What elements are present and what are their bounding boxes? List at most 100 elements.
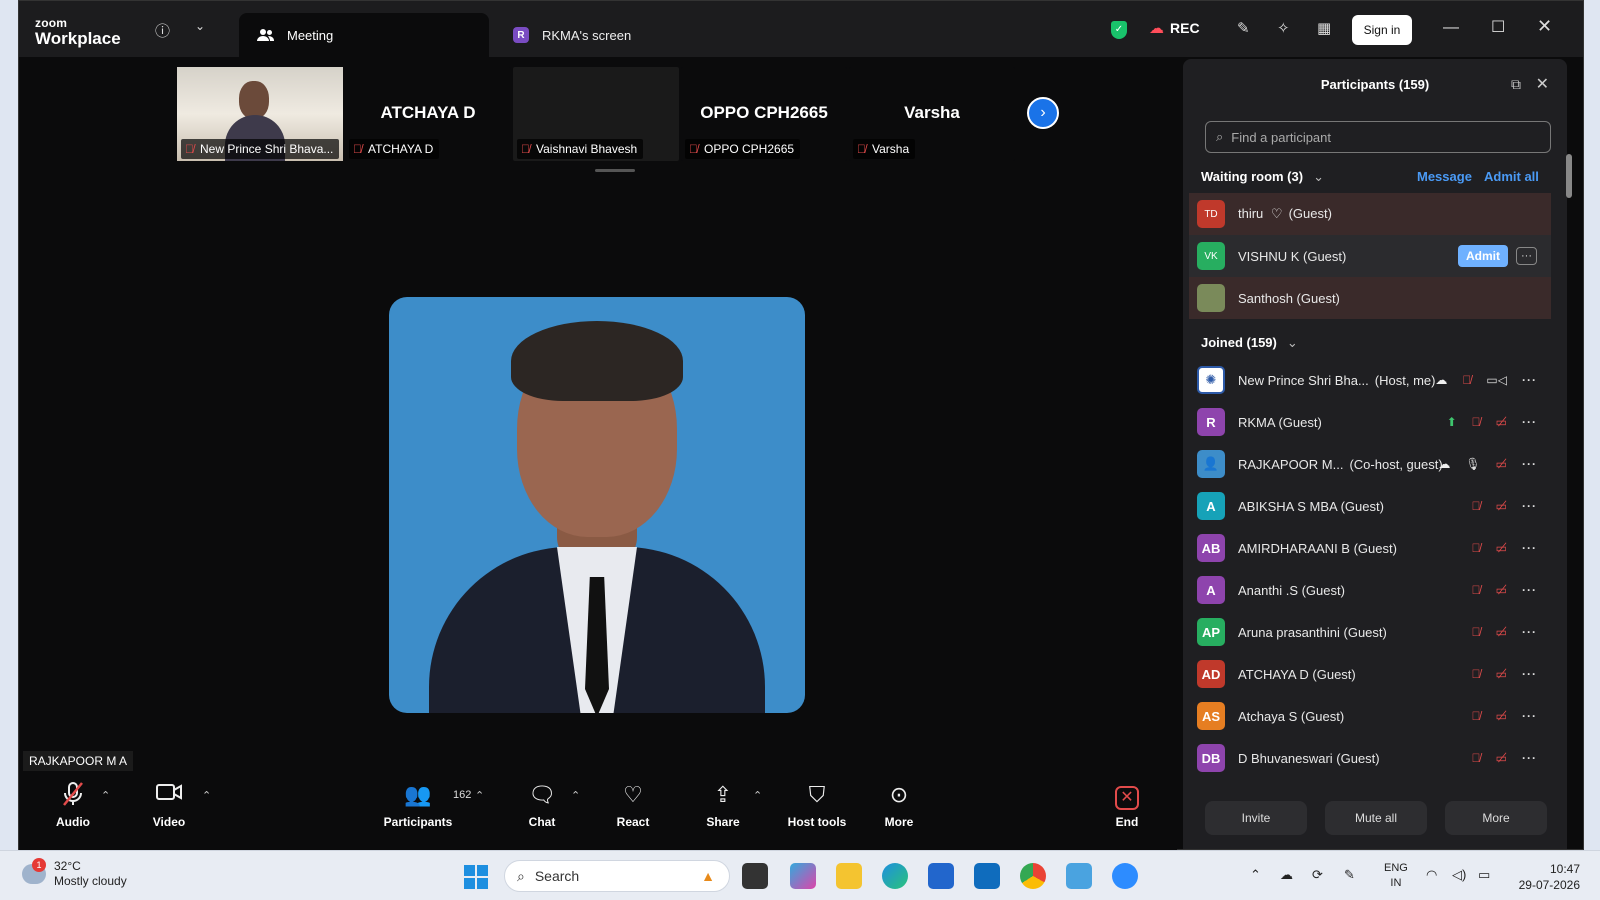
message-waiting-link[interactable]: Message: [1417, 169, 1472, 184]
react-button[interactable]: ♡ React: [613, 781, 653, 829]
participant-row[interactable]: A Ananthi .S (Guest) 🎙̸ ▭̸ ···: [1189, 569, 1551, 611]
sign-in-button[interactable]: Sign in: [1352, 15, 1412, 45]
file-explorer-icon[interactable]: [836, 863, 862, 889]
participants-button[interactable]: 👥 Participants: [383, 781, 453, 829]
waiting-row[interactable]: TD thiru ♡ (Guest): [1189, 193, 1551, 235]
tab-meeting[interactable]: Meeting: [239, 13, 489, 57]
maximize-icon[interactable]: ☐: [1491, 17, 1505, 37]
video-options-caret-icon[interactable]: ⌃: [202, 789, 211, 802]
more-options-icon[interactable]: ···: [1522, 667, 1537, 681]
share-caret-icon[interactable]: ⌃: [753, 789, 762, 802]
video-off-icon[interactable]: ▭̸: [1496, 541, 1507, 555]
windows-start-icon[interactable]: [464, 865, 488, 889]
video-off-icon[interactable]: ▭̸: [1496, 667, 1507, 681]
admit-all-link[interactable]: Admit all: [1484, 169, 1539, 184]
participants-caret-icon[interactable]: ⌃: [475, 789, 484, 802]
pen-tray-icon[interactable]: ✎: [1344, 867, 1355, 883]
participant-row[interactable]: 👤 RAJKAPOOR M... (Co-host, guest) ☁ 🎙 ▭̸ ···: [1189, 443, 1551, 485]
strip-resize-handle[interactable]: [595, 169, 635, 172]
close-window-icon[interactable]: ✕: [1537, 16, 1552, 37]
waiting-row[interactable]: VK VISHNU K (Guest) Admit ···: [1189, 235, 1551, 277]
mic-muted-icon[interactable]: 🎙̸: [1472, 541, 1481, 555]
mic-muted-icon[interactable]: 🎙̸: [1472, 499, 1481, 513]
battery-icon[interactable]: ▭: [1478, 867, 1490, 883]
apps-grid-icon[interactable]: ▦: [1317, 19, 1331, 37]
participant-row[interactable]: DB D Bhuvaneswari (Guest) 🎙̸ ▭̸ ···: [1189, 737, 1551, 779]
share-button[interactable]: ⇪ Share: [703, 781, 743, 829]
next-page-chevron-icon[interactable]: ›: [1027, 97, 1059, 129]
annotate-pen-icon[interactable]: ✎: [1237, 19, 1250, 37]
video-tile[interactable]: 🎙̸ Vaishnavi Bhavesh: [513, 67, 679, 161]
info-icon[interactable]: ⓘ: [155, 20, 170, 41]
record-button[interactable]: ☁ REC: [1149, 19, 1200, 37]
weather-widget[interactable]: 1 32°C Mostly cloudy: [22, 858, 127, 889]
security-shield-icon[interactable]: ✓: [1111, 21, 1127, 39]
mic-muted-icon[interactable]: 🎙̸: [1472, 583, 1481, 597]
sync-icon[interactable]: ⟳: [1312, 867, 1323, 883]
more-options-icon[interactable]: ···: [1522, 625, 1537, 639]
participant-row[interactable]: A ABIKSHA S MBA (Guest) 🎙̸ ▭̸ ···: [1189, 485, 1551, 527]
panel-scrollbar[interactable]: [1566, 154, 1572, 198]
joined-header[interactable]: Joined (159) ⌄: [1201, 335, 1298, 351]
more-options-icon[interactable]: ···: [1522, 751, 1537, 765]
video-off-icon[interactable]: ▭̸: [1496, 457, 1507, 471]
video-off-icon[interactable]: ▭̸: [1496, 709, 1507, 723]
camera-icon[interactable]: ▭◁: [1486, 373, 1507, 387]
video-off-icon[interactable]: ▭̸: [1496, 583, 1507, 597]
store-icon[interactable]: [928, 863, 954, 889]
ai-sparkle-icon[interactable]: ✧: [1277, 19, 1290, 37]
waiting-room-header[interactable]: Waiting room (3) ⌄: [1201, 169, 1324, 185]
more-options-icon[interactable]: ···: [1522, 541, 1537, 555]
end-button[interactable]: ✕ End: [1111, 781, 1143, 829]
tab-shared-screen[interactable]: R RKMA's screen: [494, 13, 714, 57]
invite-button[interactable]: Invite: [1205, 801, 1307, 835]
outlook-icon[interactable]: [974, 863, 1000, 889]
chat-caret-icon[interactable]: ⌃: [571, 789, 580, 802]
edge-browser-icon[interactable]: [882, 863, 908, 889]
mic-muted-icon[interactable]: 🎙̸: [1462, 373, 1471, 387]
more-options-icon[interactable]: ···: [1522, 583, 1537, 597]
copilot-icon[interactable]: [790, 863, 816, 889]
task-view-icon[interactable]: [742, 863, 768, 889]
more-options-icon[interactable]: ···: [1522, 709, 1537, 723]
wifi-icon[interactable]: ◠: [1426, 867, 1437, 883]
participant-row[interactable]: AS Atchaya S (Guest) 🎙̸ ▭̸ ···: [1189, 695, 1551, 737]
more-options-icon[interactable]: ···: [1522, 499, 1537, 513]
mic-muted-icon[interactable]: 🎙̸: [1472, 667, 1481, 681]
video-off-icon[interactable]: ▭̸: [1496, 625, 1507, 639]
waiting-row[interactable]: Santhosh (Guest): [1189, 277, 1551, 319]
video-off-icon[interactable]: ▭̸: [1496, 751, 1507, 765]
host-tools-button[interactable]: ⛉ Host tools: [785, 781, 849, 829]
participant-row[interactable]: AP Aruna prasanthini (Guest) 🎙̸ ▭̸ ···: [1189, 611, 1551, 653]
tray-chevron-icon[interactable]: ⌃: [1250, 867, 1261, 883]
video-button[interactable]: Video: [149, 781, 189, 829]
admit-button[interactable]: Admit: [1458, 245, 1508, 267]
video-tile[interactable]: 🎙̸ New Prince Shri Bhava...: [177, 67, 343, 161]
mic-muted-icon[interactable]: 🎙̸: [1472, 709, 1481, 723]
panel-more-button[interactable]: More: [1445, 801, 1547, 835]
audio-button[interactable]: Audio: [55, 781, 91, 829]
chat-button[interactable]: 🗨 Chat: [527, 781, 557, 829]
mic-on-icon[interactable]: 🎙: [1465, 457, 1480, 471]
more-options-icon[interactable]: ···: [1522, 457, 1537, 471]
language-indicator[interactable]: ENG IN: [1384, 861, 1408, 891]
participant-search-input[interactable]: ⌕ Find a participant: [1205, 121, 1551, 153]
participant-row[interactable]: R RKMA (Guest) ⬆ 🎙̸ ▭̸ ···: [1189, 401, 1551, 443]
mic-muted-icon[interactable]: 🎙̸: [1472, 415, 1481, 429]
more-options-icon[interactable]: ···: [1522, 415, 1537, 429]
volume-icon[interactable]: ◁): [1452, 867, 1466, 883]
more-options-icon[interactable]: ···: [1522, 373, 1537, 387]
video-tile[interactable]: ATCHAYA D 🎙̸ ATCHAYA D: [345, 67, 511, 161]
taskbar-search[interactable]: ⌕ Search ▲: [504, 860, 730, 892]
photos-icon[interactable]: [1066, 863, 1092, 889]
pop-out-icon[interactable]: ⧉: [1511, 76, 1521, 93]
minimize-icon[interactable]: —: [1443, 19, 1459, 37]
video-tile[interactable]: Varsha 🎙̸ Varsha: [849, 67, 1015, 161]
taskbar-clock[interactable]: 10:47 29-07-2026: [1510, 861, 1580, 893]
audio-options-caret-icon[interactable]: ⌃: [101, 789, 110, 802]
close-panel-icon[interactable]: ✕: [1536, 74, 1549, 94]
participant-row[interactable]: AD ATCHAYA D (Guest) 🎙̸ ▭̸ ···: [1189, 653, 1551, 695]
mic-muted-icon[interactable]: 🎙̸: [1472, 751, 1481, 765]
more-options-icon[interactable]: ···: [1516, 247, 1537, 265]
participant-row[interactable]: AB AMIRDHARAANI B (Guest) 🎙̸ ▭̸ ···: [1189, 527, 1551, 569]
